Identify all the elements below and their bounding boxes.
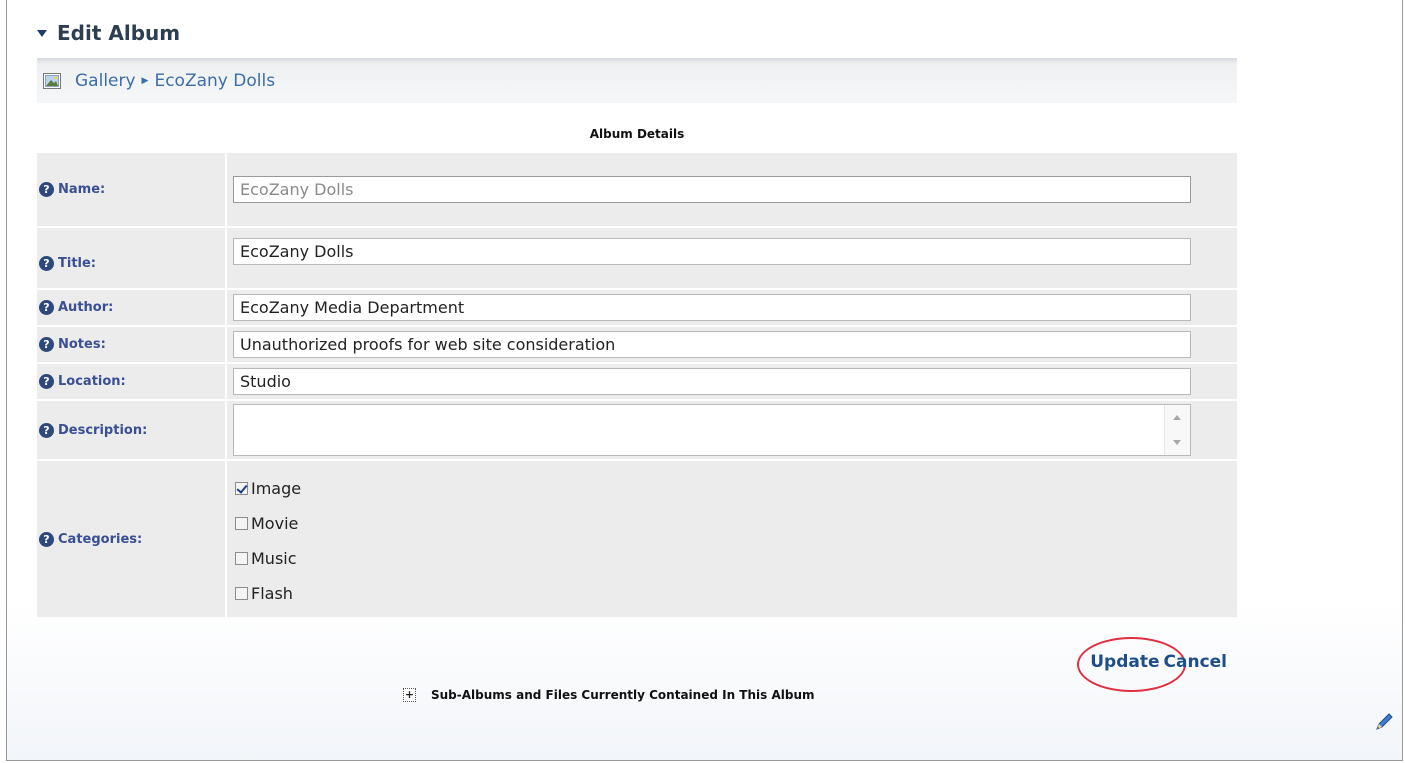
edit-album-panel: Edit Album Gallery ▶ EcoZany Dolls Album… <box>6 0 1403 761</box>
scroll-down-icon[interactable] <box>1173 440 1181 445</box>
notes-label: Notes: <box>58 337 106 352</box>
help-icon[interactable]: ? <box>39 531 54 547</box>
category-music-checkbox[interactable] <box>235 552 248 565</box>
category-movie[interactable]: Movie <box>235 506 1237 541</box>
form-row-title: ? Title: EcoZany Dolls <box>37 227 1237 289</box>
author-field[interactable]: EcoZany Media Department <box>233 294 1191 321</box>
categories-list: Image Movie Music Flash <box>227 461 1237 617</box>
help-icon[interactable]: ? <box>39 374 54 389</box>
form-row-author: ? Author: EcoZany Media Department <box>37 289 1237 326</box>
collapse-triangle-icon[interactable] <box>37 29 47 37</box>
title-field[interactable]: EcoZany Dolls <box>233 237 1191 265</box>
location-field[interactable]: Studio <box>233 368 1191 395</box>
location-label: Location: <box>58 374 126 389</box>
help-icon[interactable]: ? <box>39 337 54 352</box>
breadcrumb-album-link[interactable]: EcoZany Dolls <box>154 71 275 91</box>
categories-label: Categories: <box>58 531 143 547</box>
category-movie-checkbox[interactable] <box>235 517 248 530</box>
category-image[interactable]: Image <box>235 471 1237 506</box>
category-flash-checkbox[interactable] <box>235 587 248 600</box>
edit-pencil-icon[interactable] <box>1373 711 1395 733</box>
name-field: EcoZany Dolls <box>233 176 1191 203</box>
category-image-label: Image <box>251 479 302 498</box>
description-textarea[interactable] <box>233 404 1191 456</box>
form-row-categories: ? Categories: Image Movie Music Flash <box>37 460 1237 617</box>
help-icon[interactable]: ? <box>39 300 54 315</box>
expand-plus-icon[interactable]: + <box>403 684 417 706</box>
category-flash[interactable]: Flash <box>235 576 1237 611</box>
category-music[interactable]: Music <box>235 541 1237 576</box>
category-flash-label: Flash <box>251 584 293 603</box>
notes-field[interactable]: Unauthorized proofs for web site conside… <box>233 331 1191 358</box>
help-icon[interactable]: ? <box>39 422 54 438</box>
textarea-scrollbar[interactable] <box>1164 405 1190 455</box>
album-details-heading: Album Details <box>589 127 685 141</box>
gallery-icon <box>43 72 61 89</box>
breadcrumb-separator-icon: ▶ <box>141 75 149 86</box>
section-title: Edit Album <box>57 21 181 45</box>
name-label: Name: <box>58 182 106 197</box>
category-movie-label: Movie <box>251 514 299 533</box>
breadcrumb: Gallery ▶ EcoZany Dolls <box>37 58 1237 103</box>
form-row-name: ? Name: EcoZany Dolls <box>37 153 1237 227</box>
form-row-description: ? Description: <box>37 400 1237 460</box>
album-details-form: ? Name: EcoZany Dolls ? Title: EcoZany D… <box>37 153 1237 617</box>
update-button[interactable]: Update <box>1090 652 1159 672</box>
category-music-label: Music <box>251 549 297 568</box>
form-row-notes: ? Notes: Unauthorized proofs for web sit… <box>37 326 1237 363</box>
help-icon[interactable]: ? <box>39 182 54 197</box>
form-actions: Update Cancel <box>1077 637 1227 692</box>
help-icon[interactable]: ? <box>39 255 54 271</box>
subalbums-label: Sub-Albums and Files Currently Contained… <box>431 688 815 702</box>
scroll-up-icon[interactable] <box>1173 415 1181 420</box>
category-image-checkbox[interactable] <box>235 482 248 495</box>
cancel-button[interactable]: Cancel <box>1164 652 1227 672</box>
description-label: Description: <box>58 422 148 438</box>
section-header[interactable]: Edit Album <box>37 20 180 46</box>
title-label: Title: <box>58 255 97 271</box>
breadcrumb-gallery-link[interactable]: Gallery <box>75 71 136 91</box>
subalbums-section[interactable]: + Sub-Albums and Files Currently Contain… <box>403 684 815 706</box>
form-row-location: ? Location: Studio <box>37 363 1237 400</box>
author-label: Author: <box>58 300 114 315</box>
